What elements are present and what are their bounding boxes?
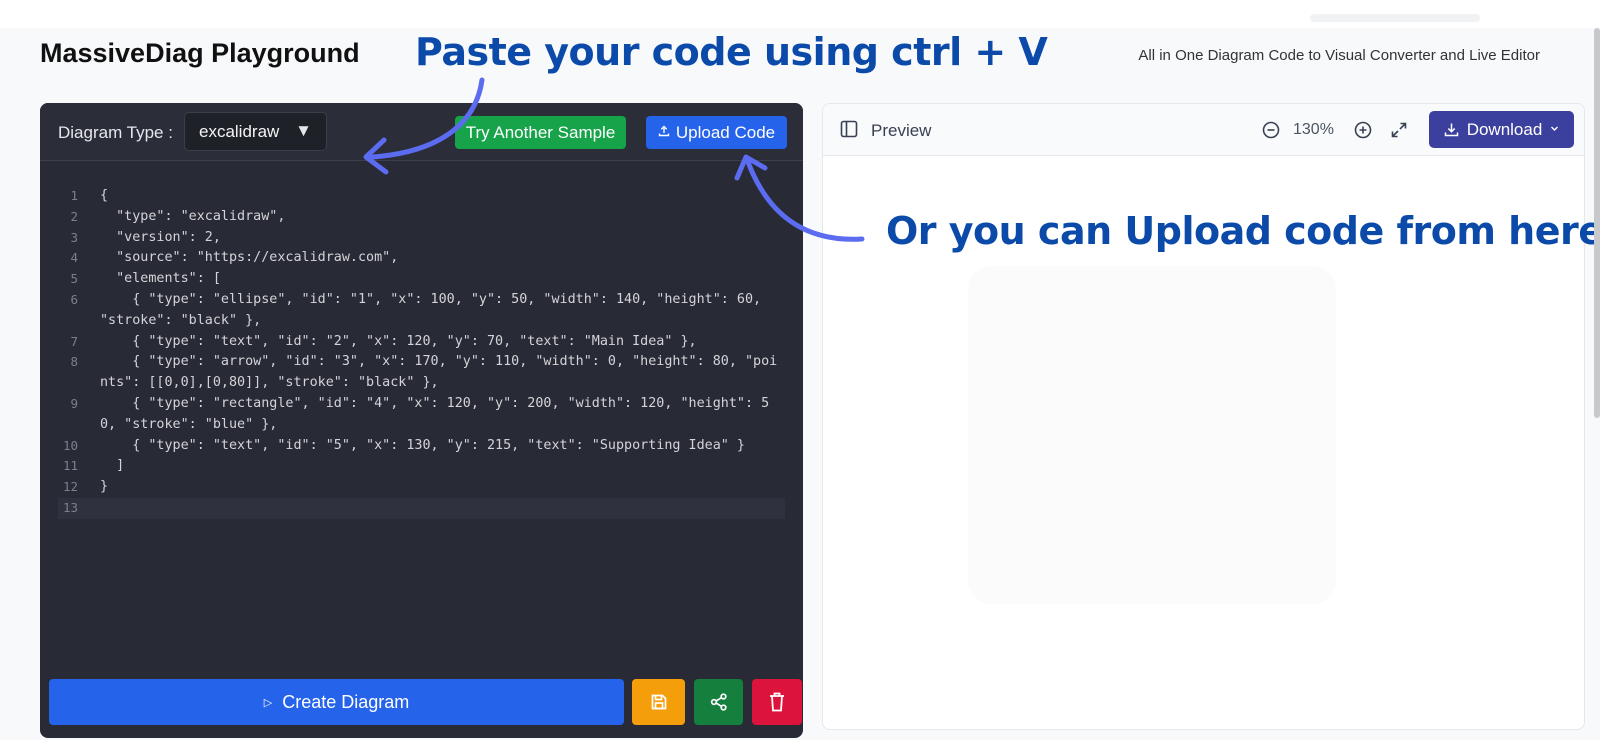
chevron-down-icon [1550,124,1559,136]
line-number: 7 [70,333,78,349]
code-line-text: { "type": "text", "id": "2", "x": 120, "… [100,333,697,349]
code-line-text: "source": "https://excalidraw.com", [100,250,399,266]
code-line: 12} [58,477,785,498]
share-button[interactable] [694,679,743,725]
code-line-text: { "type": "arrow", "id": "3", "x": 170, … [100,354,778,391]
zoom-in-icon[interactable] [1353,120,1373,145]
delete-button[interactable] [752,679,802,725]
fullscreen-icon[interactable] [1389,120,1409,145]
code-line-text: "version": 2, [100,229,221,245]
page-scrollbar[interactable] [1594,28,1600,418]
code-line: 6 { "type": "ellipse", "id": "1", "x": 1… [58,290,785,332]
code-line-text: } [100,479,109,495]
share-icon [710,693,727,711]
preview-panel: Preview 130% Download [822,103,1585,730]
line-number: 4 [70,250,78,266]
line-number: 8 [70,354,78,370]
code-textarea[interactable]: 1{2 "type": "excalidraw", 3 "version": 2,… [58,186,785,519]
diagram-canvas[interactable] [968,266,1336,604]
code-line: 8 { "type": "arrow", "id": "3", "x": 170… [58,352,785,394]
code-line: 7 { "type": "text", "id": "2", "x": 120,… [58,332,785,353]
code-line: 5 "elements": [ [58,269,785,290]
trash-icon [770,692,784,712]
line-number: 12 [62,479,78,495]
diagram-type-select[interactable]: excalidraw ▼ [184,112,327,151]
preview-toolbar: Preview 130% Download [823,104,1584,156]
code-line: 1{ [58,186,785,207]
code-line: 2 "type": "excalidraw", [58,207,785,228]
download-button[interactable]: Download [1429,111,1574,148]
line-number: 13 [62,499,78,515]
code-line-text: { [100,188,109,203]
code-line: 4 "source": "https://excalidraw.com", [58,248,785,269]
zoom-level: 130% [1293,121,1334,138]
upload-code-label: Upload Code [675,122,776,142]
line-number: 2 [70,208,78,224]
code-line-text: ] [100,458,125,474]
line-number: 6 [70,291,78,307]
code-line-text: "type": "excalidraw", [100,208,286,224]
upload-icon [658,125,670,140]
code-editor-panel: Diagram Type : excalidraw ▼ Try Another … [40,103,803,738]
bottom-strip [0,740,1600,750]
diagram-type-value: excalidraw [199,121,280,141]
upload-annotation: Or you can Upload code from here [886,209,1600,253]
try-another-sample-button[interactable]: Try Another Sample [455,116,626,149]
zoom-out-icon[interactable] [1261,120,1281,145]
diagram-type-label: Diagram Type : [58,123,173,142]
line-number: 9 [70,395,78,411]
code-line: 10 { "type": "text", "id": "5", "x": 130… [58,436,785,457]
create-diagram-button[interactable]: ▷ Create Diagram [49,679,624,725]
caret-down-icon: ▼ [295,121,312,140]
app-tagline: All in One Diagram Code to Visual Conver… [1138,47,1540,64]
editor-toolbar: Diagram Type : excalidraw ▼ Try Another … [40,103,803,161]
browser-top-strip [0,0,1600,28]
save-button[interactable] [632,679,685,725]
line-number: 5 [70,271,78,287]
code-line: 13 [58,497,785,519]
sidebar-toggle-icon[interactable] [839,119,859,144]
line-number: 10 [62,437,78,453]
play-icon: ▷ [263,696,273,709]
download-icon [1444,122,1459,137]
download-label: Download [1466,119,1543,139]
create-diagram-label: Create Diagram [282,691,410,712]
save-icon [651,694,666,710]
code-line-text: "elements": [ [100,271,221,287]
preview-label: Preview [871,121,932,140]
line-number: 11 [62,458,78,474]
app-title: MassiveDiag Playground [40,38,360,68]
line-number: 1 [70,188,78,203]
code-line-text: { "type": "ellipse", "id": "1", "x": 100… [100,291,770,328]
upload-code-button[interactable]: Upload Code [646,116,787,149]
top-strip-pill [1310,14,1480,22]
code-line: 11 ] [58,456,785,477]
code-line: 9 { "type": "rectangle", "id": "4", "x":… [58,394,785,436]
code-line-text: { "type": "rectangle", "id": "4", "x": 1… [100,395,770,432]
line-number: 3 [70,229,78,245]
paste-annotation: Paste your code using ctrl + V [415,30,1048,74]
code-line-text: { "type": "text", "id": "5", "x": 130, "… [100,437,745,453]
code-line: 3 "version": 2, [58,228,785,249]
